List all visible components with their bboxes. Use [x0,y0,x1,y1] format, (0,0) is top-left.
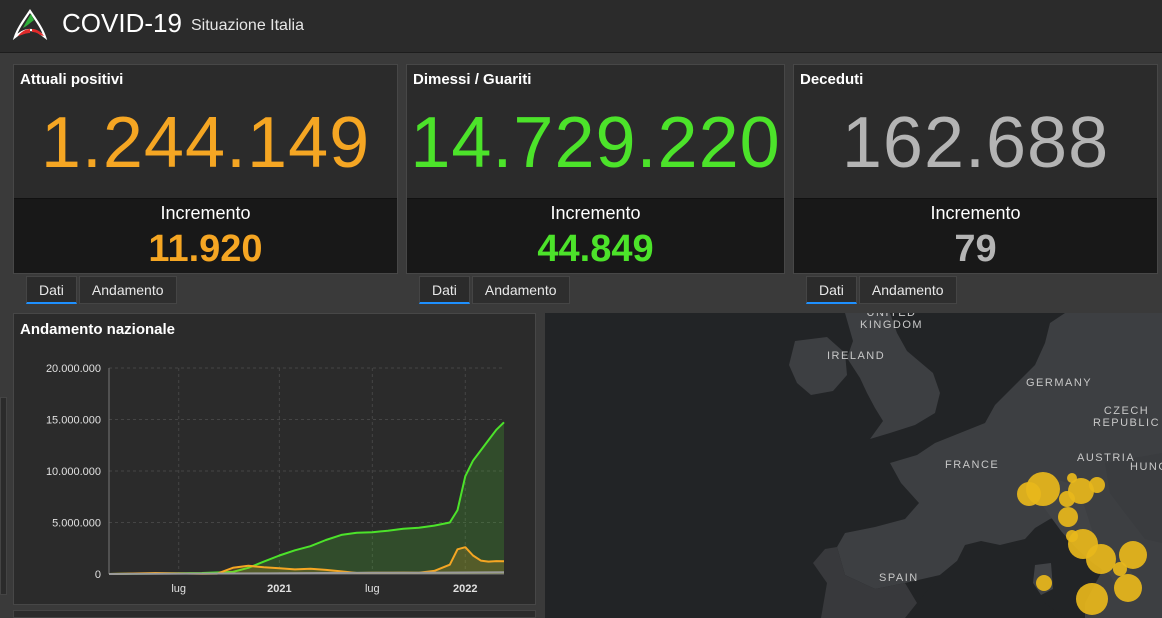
tabs-guariti: Dati Andamento [419,276,572,304]
side-panel-edge [0,397,7,595]
map-bubble [1059,491,1075,507]
map-bubble [1017,482,1041,506]
tab-dati[interactable]: Dati [26,276,77,304]
increment-value: 44.849 [537,228,654,270]
card-top: Attuali positivi 1.244.149 [14,65,397,198]
card-dimessi-guariti: Dimessi / Guariti 14.729.220 Incremento … [406,64,785,274]
increment-label: Incremento [550,203,641,223]
tab-andamento[interactable]: Andamento [471,276,570,304]
card-bottom: Incremento 79 [794,198,1157,273]
app-subtitle: Situazione Italia [191,17,304,34]
total-value: 1.244.149 [40,103,371,183]
card-deceduti: Deceduti 162.688 Incremento 79 [793,64,1158,274]
y-tick-label: 15.000.000 [46,415,101,427]
card-title: Deceduti [800,71,864,88]
y-tick-label: 5.000.000 [52,518,101,530]
map-bubble [1114,574,1142,602]
card-title: Dimessi / Guariti [413,71,532,88]
card-top: Dimessi / Guariti 14.729.220 [407,65,784,198]
increment-label: Incremento [930,203,1021,223]
map-label-austria: AUSTRIA [1077,452,1136,464]
y-tick-label: 10.000.000 [46,466,101,478]
map-label-ireland: IRELAND [827,350,886,362]
tabs-deceduti: Dati Andamento [806,276,959,304]
tab-andamento[interactable]: Andamento [78,276,177,304]
map-bubble [1119,541,1147,569]
y-tick-label: 0 [95,569,101,581]
x-tick-label: lug [365,583,380,595]
y-tick-label: 20.000.000 [46,363,101,375]
card-attuali-positivi: Attuali positivi 1.244.149 Incremento 11… [13,64,398,274]
map-bubble [1089,477,1105,493]
increment-value: 79 [954,228,997,270]
app-title: COVID-19 [62,8,182,38]
map-label-czech-republic: CZECH REPUBLIC [1093,405,1161,429]
x-tick-label: 2022 [453,583,477,595]
card-bottom: Incremento 44.849 [407,198,784,273]
map-label-france: FRANCE [945,459,1000,471]
land-great-britain [845,313,940,439]
card-top: Deceduti 162.688 [794,65,1157,198]
italy-logo-icon [12,9,48,41]
map-label-hungary: HUNG [1130,461,1162,473]
map-bubble [1067,473,1077,483]
increment-value: 11.920 [148,228,263,270]
map-bubble [1058,507,1078,527]
map-label-united-kingdom: UNITED KINGDOM [860,313,924,331]
card-title: Attuali positivi [20,71,124,88]
app-header: COVID-19 Situazione Italia [0,0,1162,53]
map-bubble [1086,544,1116,574]
map-bubble [1076,583,1108,615]
total-value: 14.729.220 [410,103,781,183]
tab-dati[interactable]: Dati [806,276,857,304]
map-panel[interactable]: UNITED KINGDOM IRELAND GERMANY CZECH REP… [545,313,1162,618]
card-bottom: Incremento 11.920 [14,198,397,273]
increment-label: Incremento [160,203,251,223]
map-label-germany: GERMANY [1026,377,1093,389]
land-ireland [789,337,847,395]
tabs-attuali: Dati Andamento [26,276,179,304]
tab-dati[interactable]: Dati [419,276,470,304]
total-value: 162.688 [841,103,1110,183]
chart-panel: Andamento nazionale 20.000.000 15.000.000… [13,313,536,605]
x-tick-label: lug [171,583,186,595]
series-area [109,422,504,574]
map-label-spain: SPAIN [879,572,919,584]
national-trend-chart[interactable]: 20.000.000 15.000.000 10.000.000 5.000.000 0… [14,314,535,604]
tab-andamento[interactable]: Andamento [858,276,957,304]
map-bubble [1036,575,1052,591]
panel-below-chart [13,610,536,618]
x-tick-label: 2021 [267,583,291,595]
